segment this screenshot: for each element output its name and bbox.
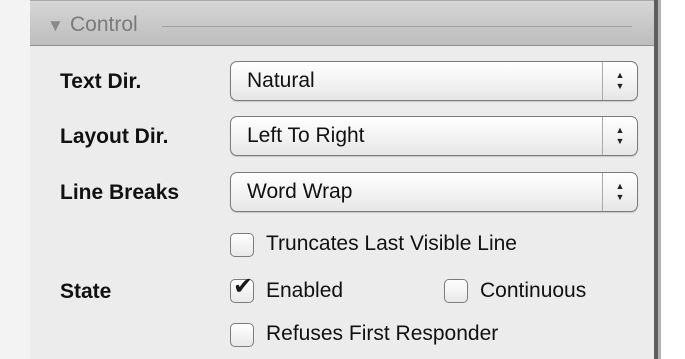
layout-dir-value: Left To Right [247, 124, 365, 147]
text-dir-label: Text Dir. [60, 70, 142, 93]
up-down-stepper-icon: ▲ ▼ [602, 173, 637, 211]
arrow-up-icon: ▲ [615, 70, 625, 80]
continuous-label[interactable]: Continuous [480, 279, 586, 303]
arrow-down-icon: ▼ [615, 81, 625, 91]
enabled-label[interactable]: Enabled [266, 279, 343, 303]
up-down-stepper-icon: ▲ ▼ [602, 117, 637, 155]
inspector-window: ▼ Control Text Dir. Natural ▲ ▼ Layout D… [0, 0, 685, 359]
layout-dir-label: Layout Dir. [60, 125, 169, 148]
text-dir-popup[interactable]: Natural ▲ ▼ [230, 61, 638, 101]
arrow-down-icon: ▼ [615, 136, 625, 146]
arrow-up-icon: ▲ [615, 181, 625, 191]
continuous-checkbox[interactable] [444, 279, 468, 303]
line-breaks-popup[interactable]: Word Wrap ▲ ▼ [230, 172, 638, 212]
up-down-stepper-icon: ▲ ▼ [602, 62, 637, 100]
arrow-up-icon: ▲ [615, 125, 625, 135]
left-gutter [0, 0, 31, 359]
layout-dir-popup[interactable]: Left To Right ▲ ▼ [230, 116, 638, 156]
state-label: State [60, 280, 112, 303]
truncates-last-visible-line-label[interactable]: Truncates Last Visible Line [266, 232, 517, 256]
section-title: Control [70, 13, 138, 36]
checkmark-icon: ✔ [233, 273, 254, 300]
enabled-checkbox[interactable]: ✔ [230, 273, 254, 303]
section-divider [162, 26, 632, 27]
text-dir-value: Natural [247, 69, 315, 92]
arrow-down-icon: ▼ [615, 192, 625, 202]
right-margin [661, 0, 685, 359]
disclosure-triangle-down-icon[interactable]: ▼ [47, 16, 64, 36]
refuses-first-responder-label[interactable]: Refuses First Responder [266, 322, 498, 346]
control-inspector-panel: ▼ Control Text Dir. Natural ▲ ▼ Layout D… [30, 0, 654, 359]
refuses-first-responder-checkbox[interactable] [230, 323, 254, 347]
line-breaks-label: Line Breaks [60, 181, 180, 204]
control-section-header[interactable]: ▼ Control [30, 0, 654, 46]
truncates-last-visible-line-checkbox[interactable] [230, 233, 254, 257]
line-breaks-value: Word Wrap [247, 180, 353, 203]
